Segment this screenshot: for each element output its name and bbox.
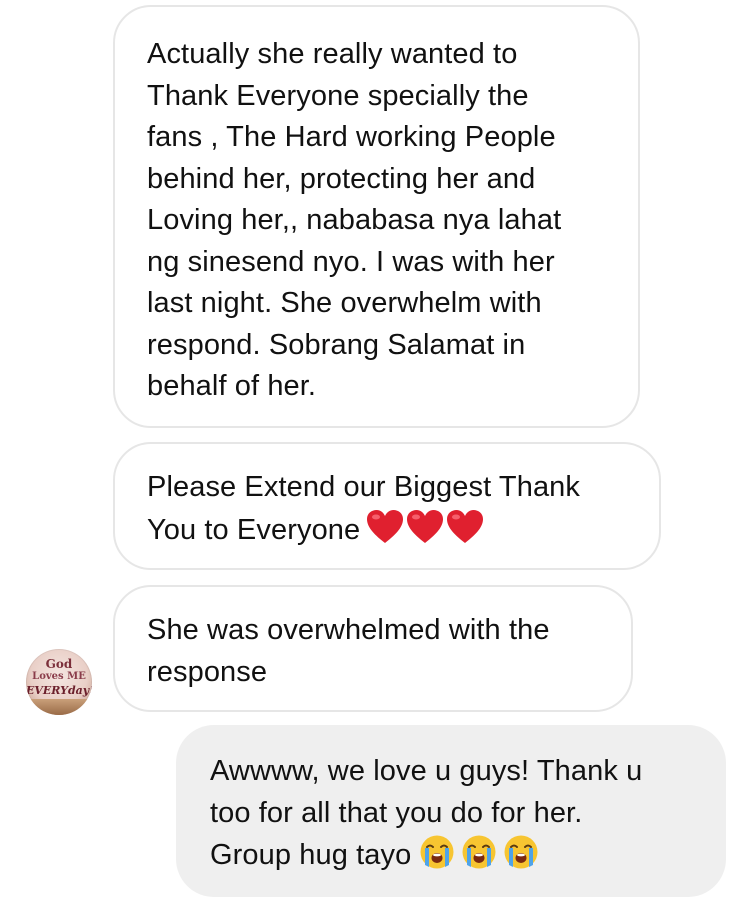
incoming-message-bubble[interactable]: Please Extend our Biggest Thank You to E… <box>113 442 661 570</box>
message-text-line: behalf of her. <box>147 370 317 402</box>
outgoing-message-bubble[interactable]: Awwww, we love u guys! Thank u too for a… <box>176 725 726 897</box>
message-text-line: Group hug tayo <box>210 834 706 883</box>
message-text-line: Actually she really wanted to <box>147 38 518 70</box>
avatar-lettering: Loves ME <box>32 671 86 682</box>
loudly-crying-face-emoji <box>461 834 497 883</box>
message-text-line: behind her, protecting her and <box>147 162 536 195</box>
incoming-message-bubble[interactable]: Actually she really wanted to Thank Ever… <box>113 5 640 428</box>
message-text-line: Loving her,, nababasa nya lahat <box>147 204 562 236</box>
message-text-line: ng sinesend nyo. I was with her <box>147 245 555 278</box>
loudly-crying-face-emoji <box>503 834 539 883</box>
message-text-line: She was overwhelmed with the <box>147 614 550 646</box>
message-text-line: Thank Everyone specially the <box>147 79 529 112</box>
incoming-message-bubble[interactable]: She was overwhelmed with the response <box>113 585 633 712</box>
red-heart-emoji <box>366 509 404 558</box>
message-text-line: respond. Sobrang Salamat in <box>147 328 526 361</box>
message-text-line: last night. She overwhelm with <box>147 287 542 319</box>
avatar-background-grass <box>26 699 92 715</box>
message-text: Group hug tayo <box>210 839 412 871</box>
avatar-lettering: EVERYday! <box>26 684 92 697</box>
message-text-line: too for all that you do for her. <box>210 796 583 829</box>
sender-avatar[interactable]: God Loves ME EVERYday! <box>26 649 92 715</box>
message-text-line: Please Extend our Biggest Thank <box>147 471 581 503</box>
avatar-lettering: God <box>45 657 73 671</box>
message-text-line: response <box>147 655 268 688</box>
loudly-crying-face-emoji <box>419 834 455 883</box>
message-text-line: You to Everyone <box>147 509 639 558</box>
red-heart-emoji <box>446 509 484 558</box>
message-text-line: fans , The Hard working People <box>147 121 556 153</box>
message-text-line: Awwww, we love u guys! Thank u <box>210 755 643 787</box>
message-text: You to Everyone <box>147 513 361 546</box>
red-heart-emoji <box>406 509 444 558</box>
